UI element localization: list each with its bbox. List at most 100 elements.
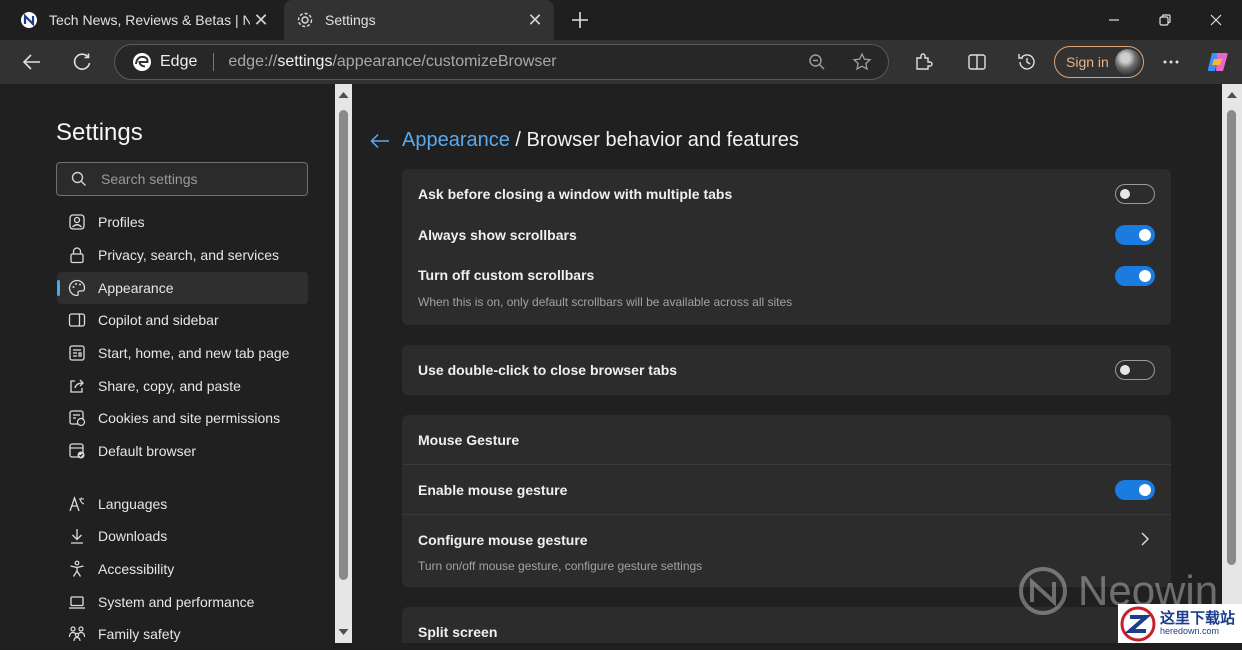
refresh-button[interactable] (68, 48, 96, 76)
sidebar-item-cookies[interactable]: Cookies and site permissions (57, 402, 308, 434)
tab-settings[interactable]: Settings ✕ (284, 0, 554, 40)
neowin-favicon-icon (21, 12, 37, 28)
setting-label: Always show scrollbars (418, 227, 577, 243)
close-tab-icon[interactable]: ✕ (250, 10, 272, 31)
turn-off-custom-scrollbars-toggle[interactable] (1115, 266, 1155, 286)
setting-row: Enable mouse gesture (402, 465, 1171, 514)
sidebar-scrollbar[interactable] (335, 84, 352, 643)
sign-in-button[interactable]: Sign in (1054, 46, 1144, 78)
tab-title: Settings (325, 12, 376, 28)
sign-in-label: Sign in (1066, 54, 1109, 70)
sidebar-scrollbar-thumb[interactable] (339, 110, 348, 580)
setting-description: Turn on/off mouse gesture, configure ges… (418, 559, 703, 573)
history-icon (1018, 54, 1035, 70)
sidebar-item-profiles[interactable]: Profiles (57, 206, 308, 238)
sidebar-item-label: Copilot and sidebar (98, 312, 219, 328)
breadcrumb-link-appearance[interactable]: Appearance (402, 129, 510, 152)
sidebar-item-label: Profiles (98, 214, 145, 230)
setting-row: Turn off custom scrollbars When this is … (402, 259, 1171, 325)
sidebar-item-label: Family safety (98, 626, 181, 642)
url-host: settings (277, 53, 333, 70)
language-icon (69, 496, 85, 512)
extensions-button[interactable] (909, 48, 937, 76)
close-tab-icon[interactable]: ✕ (524, 10, 546, 31)
minimize-icon (1109, 19, 1119, 21)
enable-mouse-gesture-toggle[interactable] (1115, 480, 1155, 500)
lock-icon (70, 247, 84, 264)
heredown-logo-icon (1120, 606, 1156, 641)
section-header: Mouse Gesture (418, 432, 520, 448)
sidebar-item-languages[interactable]: Languages (57, 488, 308, 520)
sidebar-item-appearance[interactable]: Appearance (57, 272, 308, 304)
double-click-close-toggle[interactable] (1115, 360, 1155, 380)
close-icon (1210, 14, 1222, 26)
new-tab-icon[interactable] (568, 6, 592, 34)
toggle-knob (1139, 484, 1151, 496)
back-button[interactable] (18, 48, 46, 76)
settings-card-tabs-scrollbars: Ask before closing a window with multipl… (402, 169, 1171, 325)
accessibility-icon (70, 560, 84, 577)
sidebar-item-label: Share, copy, and paste (98, 378, 241, 394)
zoom-icon[interactable] (808, 53, 826, 71)
restore-icon (1159, 14, 1171, 26)
history-button[interactable] (1013, 48, 1041, 76)
split-screen-button[interactable] (963, 48, 991, 76)
minimize-button[interactable] (1088, 0, 1140, 40)
restore-button[interactable] (1139, 0, 1191, 40)
sidebar-item-downloads[interactable]: Downloads (57, 520, 308, 552)
settings-sidebar: Settings Profiles Privacy, search, and s… (0, 84, 335, 643)
url-text[interactable]: edge://settings/appearance/customizeBrow… (228, 53, 808, 71)
more-dots-icon (1163, 60, 1179, 64)
back-arrow-icon (22, 54, 40, 70)
sidebar-item-label: Privacy, search, and services (98, 247, 280, 263)
avatar (1115, 49, 1141, 75)
sidebar-item-label: Languages (98, 496, 168, 512)
back-arrow-icon[interactable] (370, 132, 390, 150)
badge-cn: 这里下载站 (1160, 609, 1236, 627)
search-box[interactable] (56, 162, 308, 196)
sidebar-icon (68, 313, 86, 327)
browser-check-icon (69, 443, 85, 459)
tab-strip: Tech News, Reviews & Betas | Neowin ✕ Se… (0, 0, 1242, 40)
sidebar-item-label: Appearance (98, 280, 174, 296)
close-window-button[interactable] (1190, 0, 1242, 40)
tab-neowin[interactable]: Tech News, Reviews & Betas | Neowin ✕ (8, 0, 280, 40)
sidebar-item-copilot[interactable]: Copilot and sidebar (57, 304, 308, 336)
edge-logo-icon (133, 53, 151, 71)
address-bar[interactable]: Edge edge://settings/appearance/customiz… (114, 44, 889, 80)
copilot-button[interactable] (1204, 48, 1232, 76)
scroll-up-arrow-icon[interactable] (335, 88, 352, 102)
setting-label: Use double-click to close browser tabs (418, 362, 678, 378)
sidebar-item-default-browser[interactable]: Default browser (57, 435, 308, 467)
scroll-down-arrow-icon[interactable] (335, 625, 352, 639)
content-scrollbar-thumb[interactable] (1227, 110, 1236, 565)
content-scrollbar[interactable] (1222, 84, 1242, 643)
sidebar-item-family[interactable]: Family safety (57, 618, 308, 650)
sidebar-item-system[interactable]: System and performance (57, 586, 308, 618)
browser-name: Edge (160, 53, 198, 70)
url-scheme: edge:// (228, 53, 278, 70)
search-icon (71, 171, 86, 186)
always-show-scrollbars-toggle[interactable] (1115, 225, 1155, 245)
scroll-up-arrow-icon[interactable] (1222, 88, 1242, 102)
settings-card-mouse-gesture: Mouse Gesture Enable mouse gesture Confi… (402, 415, 1171, 587)
download-icon (71, 529, 83, 544)
badge-en: heredown.com (1160, 625, 1220, 636)
sidebar-item-start-home[interactable]: Start, home, and new tab page (57, 337, 308, 369)
setting-label: Ask before closing a window with multipl… (418, 186, 733, 202)
share-icon (70, 379, 84, 393)
sidebar-item-label: Default browser (98, 443, 197, 459)
ask-before-closing-toggle[interactable] (1115, 184, 1155, 204)
search-input[interactable] (101, 171, 291, 187)
more-menu-button[interactable] (1157, 48, 1185, 76)
sidebar-item-privacy[interactable]: Privacy, search, and services (57, 239, 308, 271)
sidebar-item-accessibility[interactable]: Accessibility (57, 553, 308, 585)
sidebar-item-share[interactable]: Share, copy, and paste (57, 370, 308, 402)
setting-label: Configure mouse gesture (418, 532, 588, 548)
copilot-icon (1207, 53, 1228, 71)
toolbar: Edge edge://settings/appearance/customiz… (0, 40, 1242, 84)
neowin-logo-icon (1019, 567, 1067, 615)
favorite-star-icon[interactable] (852, 52, 872, 72)
puzzle-icon (916, 53, 933, 70)
section-header: Split screen (418, 624, 498, 640)
